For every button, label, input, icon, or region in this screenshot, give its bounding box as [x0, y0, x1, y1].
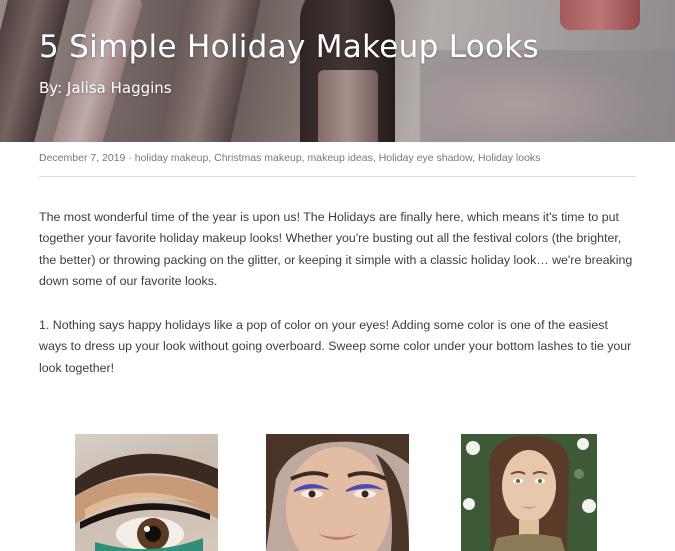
hero-overlay [0, 0, 675, 142]
woman-portrait-photo[interactable] [461, 434, 597, 551]
portrait-image [266, 434, 409, 551]
tag-link[interactable]: Holiday eye shadow [379, 152, 472, 164]
look-1-paragraph: 1. Nothing says happy holidays like a po… [39, 318, 632, 375]
blue-eyeshadow-portrait-photo[interactable] [266, 434, 409, 551]
tag-link[interactable]: Christmas makeup [214, 152, 302, 164]
tag-link[interactable]: makeup ideas [308, 152, 373, 164]
meta-separator: · [125, 152, 135, 164]
post-meta: December 7, 2019 · holiday makeup, Chris… [39, 152, 541, 164]
page-title: 5 Simple Holiday Makeup Looks [39, 29, 539, 65]
intro-paragraph: The most wonderful time of the year is u… [39, 210, 633, 288]
divider [39, 176, 636, 177]
eye-closeup-photo[interactable] [75, 434, 218, 551]
portrait-image [461, 434, 597, 551]
tag-link[interactable]: Holiday looks [478, 152, 540, 164]
tag-link[interactable]: holiday makeup [135, 152, 209, 164]
post-date: December 7, 2019 [39, 152, 126, 164]
eye-closeup-image [75, 453, 218, 551]
author-byline: By: Jalisa Haggins [39, 79, 172, 97]
hero-banner [0, 0, 675, 142]
